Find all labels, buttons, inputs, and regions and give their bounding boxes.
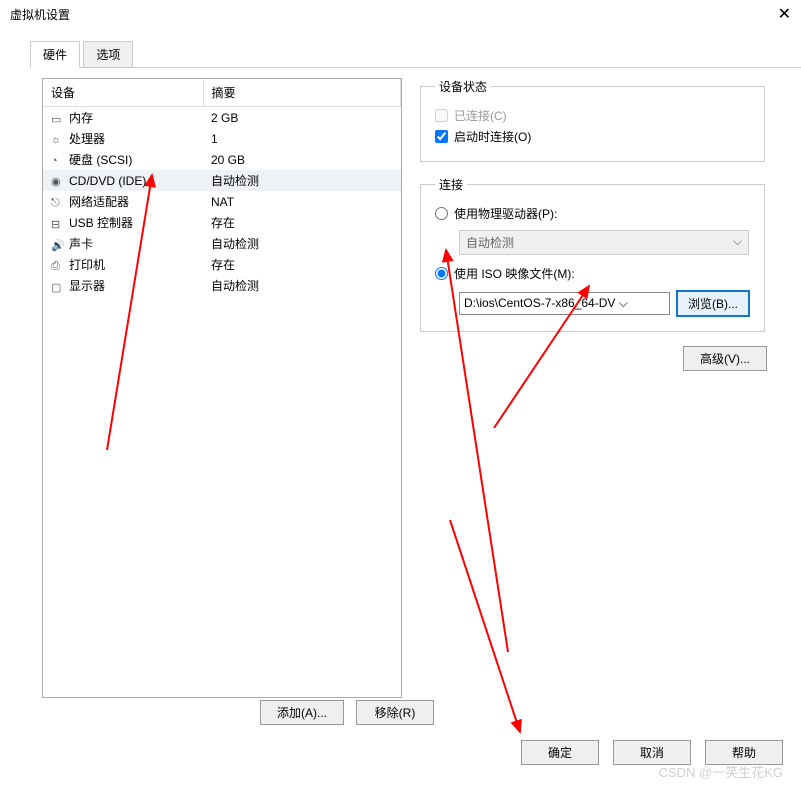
connected-checkbox xyxy=(435,109,448,122)
monitor-icon: ▢ xyxy=(51,281,65,293)
printer-icon: ⎙ xyxy=(51,260,65,272)
row-display[interactable]: ▢显示器 自动检测 xyxy=(43,275,401,296)
connect-poweron-check[interactable]: 启动时连接(O) xyxy=(435,126,750,147)
speaker-icon: 🔊 xyxy=(51,239,65,251)
connected-check[interactable]: 已连接(C) xyxy=(435,105,750,126)
row-printer[interactable]: ⎙打印机 存在 xyxy=(43,254,401,275)
network-icon: ⎋ xyxy=(51,197,65,209)
row-cddvd[interactable]: ◉CD/DVD (IDE) 自动检测 xyxy=(43,170,401,191)
device-list: 设备 摘要 ▭内存 2 GB ☼处理器 1 ◔硬盘 (SCSI) 20 GB xyxy=(42,78,402,698)
watermark: CSDN @一笑生花KG xyxy=(659,762,783,781)
remove-button[interactable]: 移除(R) xyxy=(356,700,434,725)
physical-drive-select: 自动检测 xyxy=(459,230,749,255)
physical-drive-radio[interactable]: 使用物理驱动器(P): xyxy=(435,203,750,224)
col-device: 设备 xyxy=(43,79,203,107)
usb-icon: ⊟ xyxy=(51,218,65,230)
cpu-icon: ☼ xyxy=(51,134,65,146)
disk-icon: ◔ xyxy=(51,155,65,167)
iso-radio[interactable] xyxy=(435,267,448,280)
iso-path-input[interactable]: D:\ios\CentOS-7-x86_64-DV ⌵ xyxy=(459,292,670,315)
connection-legend: 连接 xyxy=(435,176,467,193)
tab-hardware[interactable]: 硬件 xyxy=(30,41,80,68)
status-group: 设备状态 已连接(C) 启动时连接(O) xyxy=(420,78,765,162)
iso-file-radio[interactable]: 使用 ISO 映像文件(M): xyxy=(435,263,750,284)
ok-button[interactable]: 确定 xyxy=(521,740,599,765)
row-disk[interactable]: ◔硬盘 (SCSI) 20 GB xyxy=(43,149,401,170)
advanced-button[interactable]: 高级(V)... xyxy=(683,346,767,371)
tab-options[interactable]: 选项 xyxy=(83,41,133,67)
row-network[interactable]: ⎋网络适配器 NAT xyxy=(43,191,401,212)
row-cpu[interactable]: ☼处理器 1 xyxy=(43,128,401,149)
physical-radio[interactable] xyxy=(435,207,448,220)
add-button[interactable]: 添加(A)... xyxy=(260,700,344,725)
col-summary: 摘要 xyxy=(203,79,401,107)
connection-group: 连接 使用物理驱动器(P): 自动检测 使用 ISO 映像文件(M): D:\i… xyxy=(420,176,765,332)
status-legend: 设备状态 xyxy=(435,78,491,95)
row-usb[interactable]: ⊟USB 控制器 存在 xyxy=(43,212,401,233)
browse-button[interactable]: 浏览(B)... xyxy=(676,290,750,317)
memory-icon: ▭ xyxy=(51,113,65,125)
poweron-checkbox[interactable] xyxy=(435,130,448,143)
disc-icon: ◉ xyxy=(51,175,65,187)
row-memory[interactable]: ▭内存 2 GB xyxy=(43,107,401,129)
row-sound[interactable]: 🔊声卡 自动检测 xyxy=(43,233,401,254)
window-title: 虚拟机设置 xyxy=(10,8,70,22)
close-icon[interactable]: ✕ xyxy=(778,4,791,24)
